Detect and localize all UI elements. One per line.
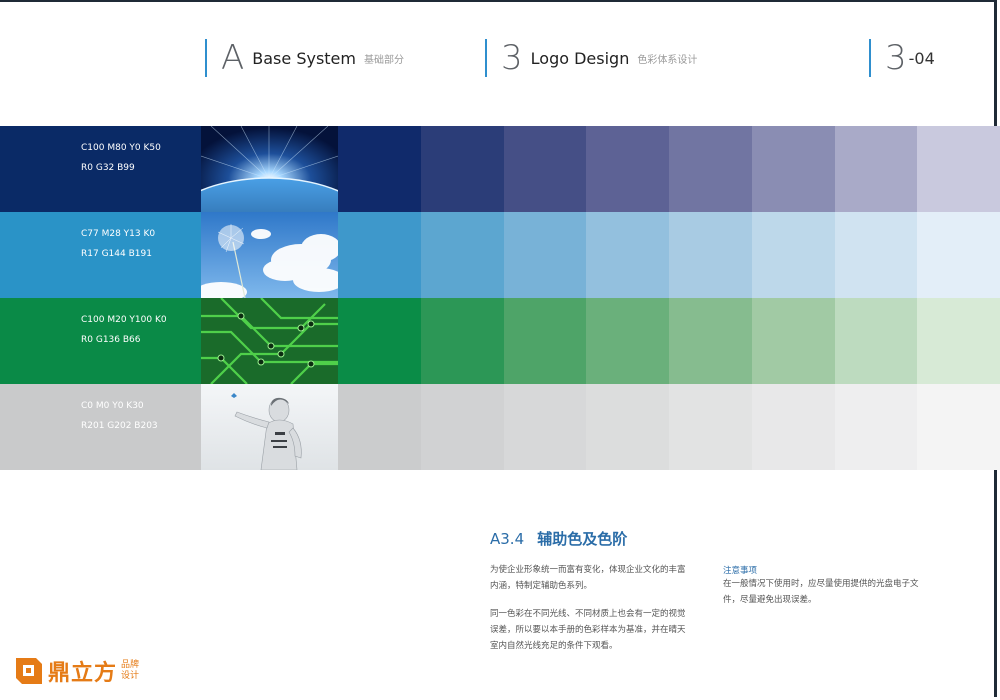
- color-swatch: [503, 298, 587, 384]
- color-swatch: [669, 298, 752, 384]
- rgb-value: R0 G32 B99: [81, 163, 135, 173]
- detail-paragraph: 同一色彩在不同光线、不同材质上也会有一定的视觉 误差，所以要以本手册的色彩样本为…: [490, 606, 710, 654]
- section-heading: A3.4 辅助色及色阶: [490, 528, 627, 549]
- intro-paragraph: 为使企业形象统一而富有变化，体现企业文化的丰富 内涵，特制定辅助色系列。: [490, 562, 710, 594]
- color-swatch: [338, 212, 421, 298]
- brand-logo: 鼎立方 品牌 设计: [14, 655, 139, 687]
- brand-tagline: 品牌 设计: [121, 660, 139, 682]
- text-line: 在一般情况下使用时，应尽量使用提供的光盘电子文: [723, 579, 919, 589]
- color-swatch: [751, 298, 835, 384]
- header-page-number: 3 -04: [869, 36, 935, 80]
- section-title: 辅助色及色阶: [537, 530, 628, 548]
- color-swatch: [420, 384, 504, 470]
- color-swatch: [834, 298, 918, 384]
- color-swatch: [338, 126, 421, 212]
- color-swatch: [917, 126, 1000, 212]
- color-swatch: [586, 298, 669, 384]
- color-spec: C100 M80 Y0 K50 R0 G32 B99: [0, 126, 201, 212]
- text-line: 为使企业形象统一而富有变化，体现企业文化的丰富: [490, 565, 686, 575]
- section-letter: A: [221, 38, 245, 78]
- color-swatch: [751, 126, 835, 212]
- header-divider: [485, 39, 487, 77]
- header-section-a: A Base System 基础部分: [205, 36, 404, 80]
- page-number-suffix: -04: [908, 48, 935, 68]
- text-line: 室内自然光线充足的条件下观看。: [490, 641, 618, 651]
- header-divider: [205, 39, 207, 77]
- color-swatch: [586, 212, 669, 298]
- color-swatch: [503, 384, 587, 470]
- color-swatch: [669, 212, 752, 298]
- page-number-main: 3: [885, 38, 907, 78]
- color-swatch: [917, 212, 1000, 298]
- color-swatch: [338, 384, 421, 470]
- chapter-title-cn: 色彩体系设计: [637, 54, 698, 66]
- section-code: A3.4: [490, 530, 525, 548]
- color-swatch: [338, 298, 421, 384]
- text-line: 同一色彩在不同光线、不同材质上也会有一定的视觉: [490, 609, 686, 619]
- color-band-gray: C0 M0 Y0 K30 R201 G202 B203: [0, 384, 1000, 470]
- header-divider: [869, 39, 871, 77]
- section-title-cn: 基础部分: [363, 54, 404, 66]
- color-swatch: [586, 126, 669, 212]
- color-swatch: [834, 126, 918, 212]
- page-header: A Base System 基础部分 3 Logo Design 色彩体系设计 …: [0, 36, 1000, 84]
- color-swatch: [917, 298, 1000, 384]
- color-band-blue: C77 M28 Y13 K0 R17 G144 B191: [0, 212, 1000, 298]
- chapter-number: 3: [501, 38, 523, 78]
- brand-mark-icon: [16, 658, 42, 684]
- text-line: 误差，所以要以本手册的色彩样本为基准，并在晴天: [490, 625, 686, 635]
- circuit-board-image: [201, 298, 338, 384]
- note-paragraph: 在一般情况下使用时，应尽量使用提供的光盘电子文 件，尽量避免出现误差。: [723, 576, 948, 608]
- text-line: 内涵，特制定辅助色系列。: [490, 581, 593, 591]
- color-spec: C77 M28 Y13 K0 R17 G144 B191: [0, 212, 201, 298]
- brand-tag-line: 设计: [121, 671, 140, 681]
- earth-from-space-image: [201, 126, 338, 212]
- color-swatch: [834, 384, 918, 470]
- color-band-navy: C100 M80 Y0 K50 R0 G32 B99: [0, 126, 1000, 212]
- sky-dandelion-image: [201, 212, 338, 298]
- color-spec: C100 M20 Y100 K0 R0 G136 B66: [0, 298, 201, 384]
- section-title-en: Base System: [252, 48, 356, 68]
- brand-tag-line: 品牌: [121, 660, 140, 670]
- rgb-value: R201 G202 B203: [81, 421, 158, 431]
- color-spec: C0 M0 Y0 K30 R201 G202 B203: [0, 384, 201, 470]
- note-title: 注意事项: [723, 566, 758, 576]
- color-swatch: [420, 212, 504, 298]
- color-swatch: [420, 298, 504, 384]
- header-section-3: 3 Logo Design 色彩体系设计: [485, 36, 697, 80]
- robot-figure-image: [201, 384, 338, 470]
- cmyk-value: C0 M0 Y0 K30: [81, 401, 144, 411]
- color-swatch: [586, 384, 669, 470]
- color-swatch: [503, 126, 587, 212]
- rgb-value: R17 G144 B191: [81, 249, 152, 259]
- color-swatch: [669, 126, 752, 212]
- chapter-title-en: Logo Design: [530, 48, 630, 68]
- color-swatch: [669, 384, 752, 470]
- color-band-green: C100 M20 Y100 K0 R0 G136 B66: [0, 298, 1000, 384]
- rgb-value: R0 G136 B66: [81, 335, 141, 345]
- cmyk-value: C100 M80 Y0 K50: [81, 143, 161, 153]
- text-line: 件，尽量避免出现误差。: [723, 595, 817, 605]
- color-swatch: [503, 212, 587, 298]
- color-swatch: [420, 126, 504, 212]
- brand-name: 鼎立方: [48, 661, 118, 686]
- color-swatch: [917, 384, 1000, 470]
- color-swatch: [751, 384, 835, 470]
- cmyk-value: C77 M28 Y13 K0: [81, 229, 156, 239]
- color-swatch: [751, 212, 835, 298]
- cmyk-value: C100 M20 Y100 K0: [81, 315, 167, 325]
- color-swatch: [834, 212, 918, 298]
